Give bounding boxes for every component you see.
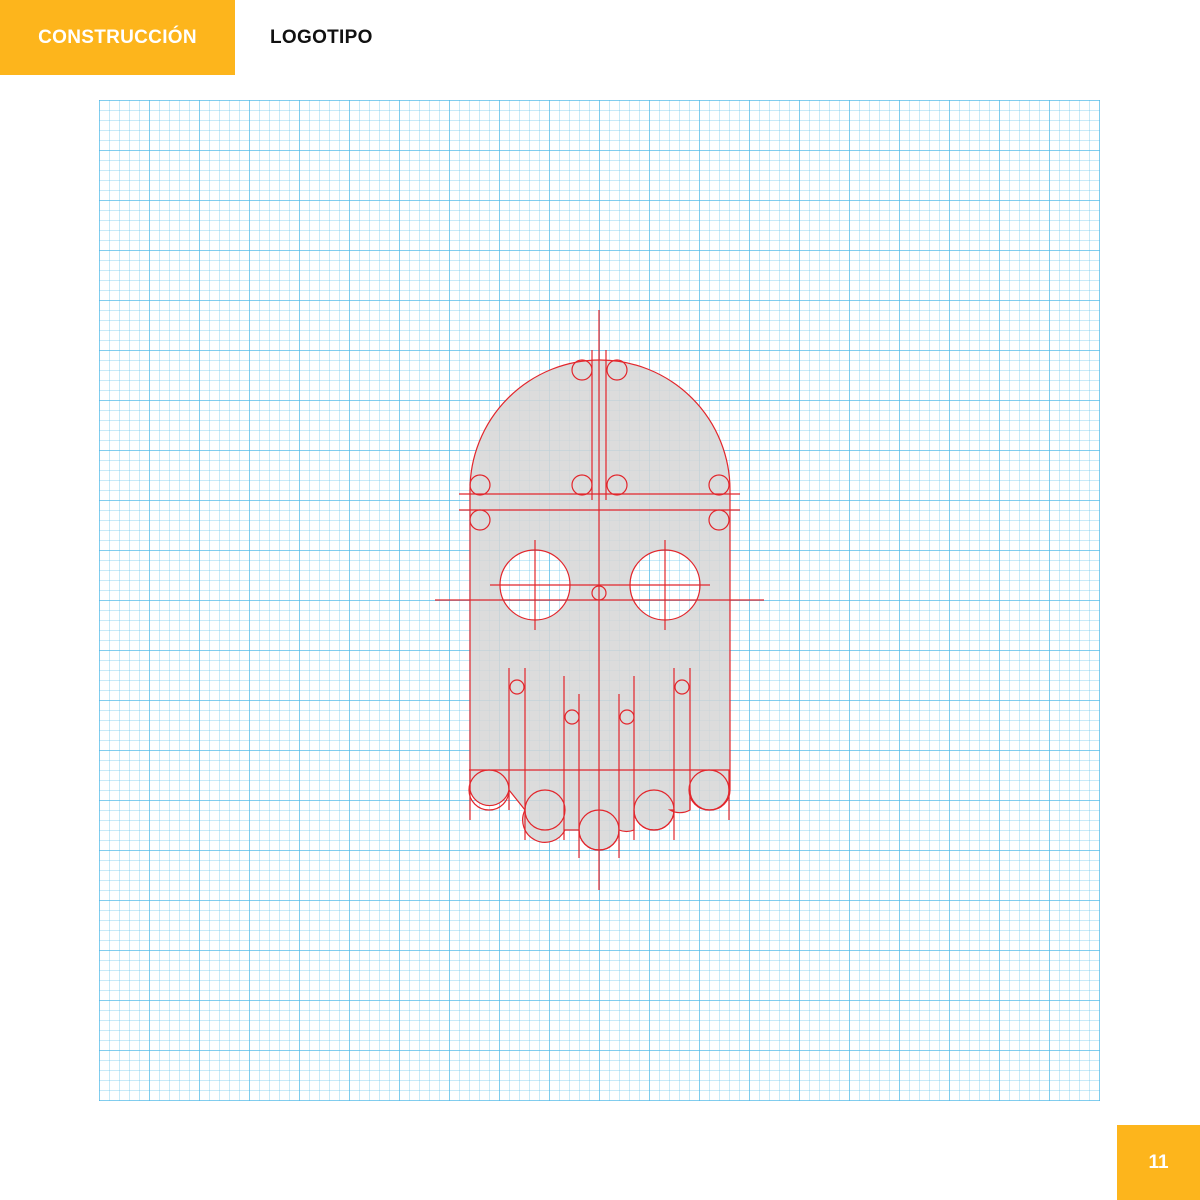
page-number: 11 (1148, 1151, 1169, 1173)
logo-construction-drawing (435, 310, 764, 890)
page: CONSTRUCCIÓN LOGOTIPO 11 (0, 0, 1200, 1200)
page-number-badge: 11 (1117, 1125, 1200, 1200)
